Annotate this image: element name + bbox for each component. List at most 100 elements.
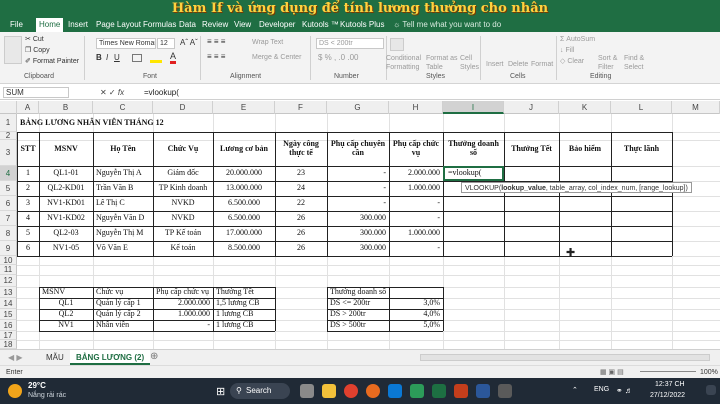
column-header[interactable]: C (93, 101, 153, 114)
row-header[interactable]: 11 (0, 265, 17, 275)
number-format-box[interactable]: DS < 200tr (316, 38, 384, 49)
row-header[interactable]: 2 (0, 132, 17, 140)
lookup-cell[interactable]: QL1 (39, 298, 93, 309)
sort-filter-button[interactable]: Sort & Filter (598, 54, 617, 72)
lookup-cell[interactable]: NV1 (39, 320, 93, 331)
file-explorer-icon[interactable] (322, 384, 336, 398)
cell-styles-button[interactable]: Cell Styles (460, 54, 479, 72)
table-cell[interactable]: 1 (17, 166, 39, 181)
row-header[interactable]: 13 (0, 287, 17, 298)
tab-view[interactable]: View (234, 18, 251, 32)
name-box[interactable]: SUM (3, 87, 69, 98)
table-cell[interactable]: 24 (275, 181, 327, 196)
task-view-icon[interactable] (300, 384, 314, 398)
table-cell[interactable]: 1.000.000 (389, 181, 443, 196)
bonus-cell[interactable]: 5,0% (389, 320, 443, 331)
align-top-icons[interactable]: ≡ ≡ ≡ (207, 37, 225, 46)
bonus-cell[interactable]: 3,0% (389, 298, 443, 309)
table-cell[interactable]: 300.000 (327, 226, 389, 241)
table-cell[interactable]: Võ Văn E (93, 241, 153, 256)
horizontal-scrollbar[interactable] (420, 354, 710, 361)
clear-button[interactable]: ◇ Clear (560, 57, 584, 66)
table-cell[interactable]: 17.000.000 (213, 226, 275, 241)
row-header[interactable]: 7 (0, 211, 17, 226)
sheet-nav-arrows[interactable]: ◀ ▶ (8, 353, 23, 362)
table-header[interactable]: Thực lãnh (611, 132, 672, 166)
table-cell[interactable]: 5 (17, 226, 39, 241)
table-cell[interactable]: 300.000 (327, 241, 389, 256)
lookup-cell[interactable]: - (153, 320, 213, 331)
column-header[interactable]: D (153, 101, 213, 114)
sheet-title[interactable]: BẢNG LƯƠNG NHÂN VIÊN THÁNG 12 (17, 114, 317, 132)
column-header[interactable]: K (559, 101, 611, 114)
weather-icon[interactable] (8, 384, 22, 398)
row-header[interactable]: 14 (0, 298, 17, 309)
table-cell[interactable]: QL2-KD01 (39, 181, 93, 196)
input-language[interactable]: ENG (594, 386, 609, 393)
lookup-cell[interactable]: 2.000.000 (153, 298, 213, 309)
edge-icon[interactable] (388, 384, 402, 398)
tab-page-layout[interactable]: Page Layout (96, 18, 141, 32)
bonus-header[interactable]: Thưởng doanh số (327, 287, 443, 298)
table-cell[interactable]: QL1-01 (39, 166, 93, 181)
row-header[interactable]: 9 (0, 241, 17, 256)
add-sheet-icon[interactable]: ⊕ (150, 352, 158, 362)
row-header[interactable]: 10 (0, 256, 17, 265)
table-cell[interactable]: Trần Văn B (93, 181, 153, 196)
font-size-box[interactable]: 12 (157, 38, 175, 49)
column-header[interactable]: E (213, 101, 275, 114)
table-header[interactable]: Bảo hiểm (559, 132, 611, 166)
table-cell[interactable]: - (327, 166, 389, 181)
network-volume-icons[interactable]: ⚭ ♬ (616, 386, 633, 395)
table-cell[interactable]: 23 (275, 166, 327, 181)
bold-button[interactable]: B (96, 53, 102, 62)
table-cell[interactable]: Kế toán (153, 241, 213, 256)
column-header[interactable]: B (39, 101, 93, 114)
sheet-tab-bang-luong[interactable]: BẢNG LƯƠNG (2) (70, 350, 151, 365)
row-header[interactable]: 4 (0, 166, 17, 181)
fill-color-icon[interactable] (150, 53, 162, 63)
tell-me-search[interactable]: ☼ Tell me what you want to do (393, 18, 501, 32)
lookup-header[interactable]: Chức vụ (93, 287, 153, 298)
row-header[interactable]: 18 (0, 340, 17, 349)
column-header[interactable]: G (327, 101, 389, 114)
table-cell[interactable]: - (389, 196, 443, 211)
column-header[interactable]: L (611, 101, 672, 114)
row-header[interactable]: 5 (0, 181, 17, 196)
firefox-icon[interactable] (366, 384, 380, 398)
delete-cells-button[interactable]: Delete (508, 60, 528, 69)
table-cell[interactable]: 13.000.000 (213, 181, 275, 196)
format-painter-button[interactable]: ✐ Format Painter (25, 57, 79, 66)
tab-developer[interactable]: Developer (259, 18, 295, 32)
excel-icon[interactable] (432, 384, 446, 398)
windows-start-icon[interactable]: ⊞ (216, 385, 225, 398)
lookup-cell[interactable]: 1 lương CB (213, 320, 275, 331)
row-header[interactable]: 3 (0, 140, 17, 166)
table-cell[interactable]: Giám đốc (153, 166, 213, 181)
borders-icon[interactable] (132, 54, 142, 62)
tab-file[interactable]: File (10, 18, 23, 32)
table-cell[interactable]: QL2-03 (39, 226, 93, 241)
tab-home[interactable]: Home (36, 18, 64, 32)
column-header[interactable]: F (275, 101, 327, 114)
lookup-cell[interactable]: 1,5 lương CB (213, 298, 275, 309)
table-header[interactable]: STT (17, 132, 39, 166)
table-cell[interactable]: NV1-KD02 (39, 211, 93, 226)
app-icon[interactable] (410, 384, 424, 398)
font-grow-shrink[interactable]: Aˆ Aˇ (180, 38, 198, 47)
table-cell[interactable]: - (327, 196, 389, 211)
table-cell[interactable]: 2.000.000 (389, 166, 443, 181)
number-format-icons[interactable]: $ % , .0 .00 (318, 53, 358, 62)
row-header[interactable]: 17 (0, 331, 17, 340)
font-color-icon[interactable]: A (170, 52, 177, 64)
wrap-text-button[interactable]: Wrap Text (252, 38, 283, 47)
column-header[interactable]: H (389, 101, 443, 114)
table-cell[interactable]: 20.000.000 (213, 166, 275, 181)
formula-input[interactable]: =vlookup( (140, 87, 718, 98)
table-cell[interactable]: TP Kinh doanh (153, 181, 213, 196)
table-cell[interactable]: NVKD (153, 196, 213, 211)
app-icon[interactable] (498, 384, 512, 398)
table-cell[interactable]: TP Kế toán (153, 226, 213, 241)
row-header[interactable]: 16 (0, 320, 17, 331)
lookup-cell[interactable]: 1.000.000 (153, 309, 213, 320)
